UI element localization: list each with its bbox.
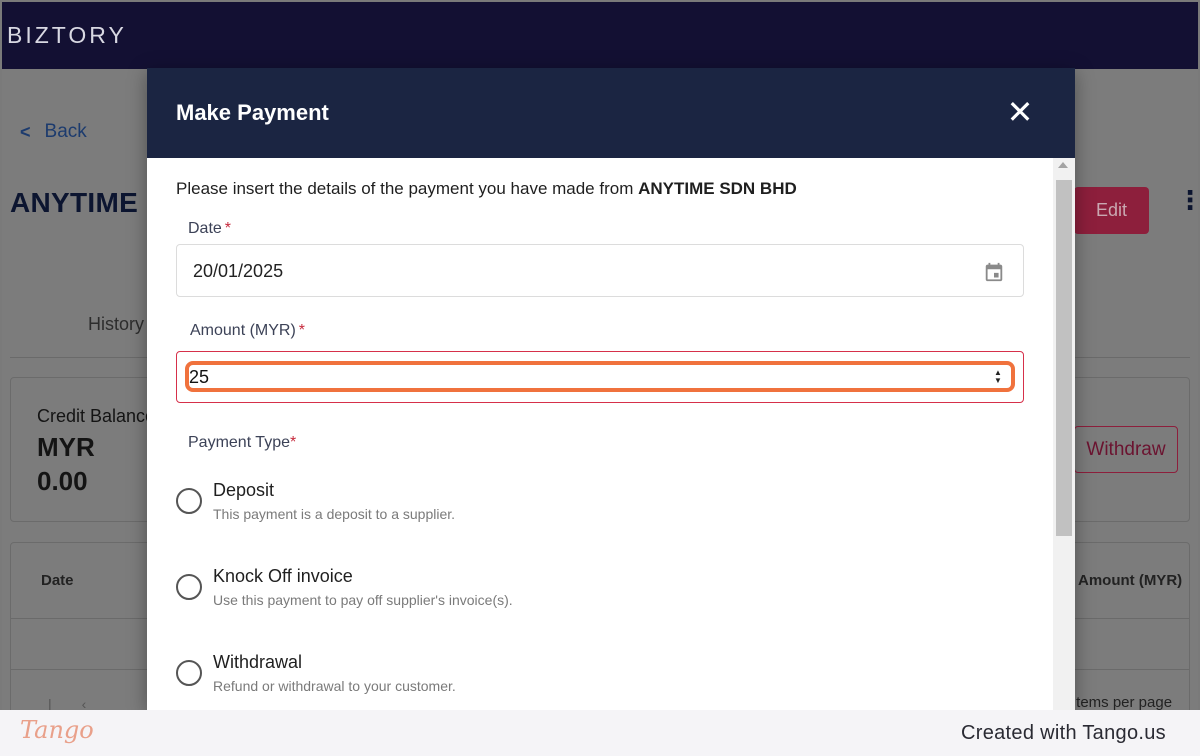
amount-field: ▲▼ <box>176 351 1024 403</box>
date-label: Date * <box>188 220 231 238</box>
radio-button[interactable] <box>176 574 202 600</box>
option-description: This payment is a deposit to a supplier. <box>213 506 456 522</box>
option-description: Refund or withdrawal to your customer. <box>213 678 456 694</box>
table-header-date[interactable]: Date <box>41 572 74 589</box>
make-payment-dialog: Make Payment ✕ Please insert the details… <box>147 68 1075 710</box>
option-title: Knock Off invoice <box>213 566 353 586</box>
created-with-label: Created with Tango.us <box>961 722 1166 744</box>
required-mark: * <box>298 322 306 339</box>
instructions-company: ANYTIME SDN BHD <box>638 179 797 198</box>
amount-label: Amount (MYR) * <box>190 322 305 340</box>
credit-currency: MYR <box>37 432 95 462</box>
instructions-text: Please insert the details of the payment… <box>176 179 639 198</box>
option-title: Withdrawal <box>213 652 303 672</box>
option-title: Deposit <box>213 480 275 500</box>
scroll-thumb[interactable] <box>1056 180 1072 536</box>
radio-button[interactable] <box>176 660 202 686</box>
date-label-text: Date <box>188 220 222 237</box>
more-options-icon[interactable]: ⋮ <box>1177 187 1198 213</box>
close-icon[interactable]: ✕ <box>1005 95 1035 129</box>
required-mark: * <box>224 220 232 237</box>
back-link[interactable]: < Back <box>20 121 87 143</box>
app-logo[interactable]: BIZTORY <box>7 22 127 49</box>
dialog-instructions: Please insert the details of the payment… <box>176 179 797 199</box>
payment-option-deposit[interactable]: Deposit This payment is a deposit to a s… <box>176 480 876 530</box>
radio-button[interactable] <box>176 488 202 514</box>
chevron-left-icon: < <box>20 121 31 142</box>
scroll-up-icon[interactable] <box>1058 162 1068 168</box>
dialog-header: Make Payment ✕ <box>147 68 1075 158</box>
credit-balance-value: 0.00 <box>37 466 88 496</box>
tango-logo: Tango <box>20 716 94 744</box>
edit-button[interactable]: Edit <box>1074 187 1149 234</box>
required-mark: * <box>289 434 297 451</box>
credit-balance-label: Credit Balance <box>37 406 156 426</box>
table-header-amount[interactable]: Amount (MYR) <box>1078 572 1182 589</box>
items-per-page-label: Items per page <box>1072 694 1173 710</box>
back-label: Back <box>44 121 87 142</box>
dialog-scrollbar[interactable] <box>1053 158 1075 710</box>
amount-label-text: Amount (MYR) <box>190 322 296 339</box>
date-field[interactable]: 20/01/2025 <box>176 244 1024 297</box>
number-stepper-icon[interactable]: ▲ ▼ <box>992 367 1004 387</box>
page-title: ANYTIME S <box>10 187 166 218</box>
amount-input[interactable] <box>189 365 989 389</box>
calendar-icon[interactable] <box>983 261 1005 283</box>
option-description: Use this payment to pay off supplier's i… <box>213 592 513 608</box>
payment-type-label-text: Payment Type <box>188 434 290 451</box>
payment-option-withdrawal[interactable]: Withdrawal Refund or withdrawal to your … <box>176 652 876 702</box>
date-value: 20/01/2025 <box>193 261 284 281</box>
tango-footer: Tango Created with Tango.us <box>0 710 1200 756</box>
payment-type-label: Payment Type* <box>188 434 296 452</box>
dialog-title: Make Payment <box>176 100 329 125</box>
payment-option-knock-off[interactable]: Knock Off invoice Use this payment to pa… <box>176 566 876 616</box>
withdraw-button[interactable]: Withdraw <box>1074 426 1178 473</box>
tab-history[interactable]: History <box>88 314 144 335</box>
top-navbar: BIZTORY <box>2 2 1198 69</box>
